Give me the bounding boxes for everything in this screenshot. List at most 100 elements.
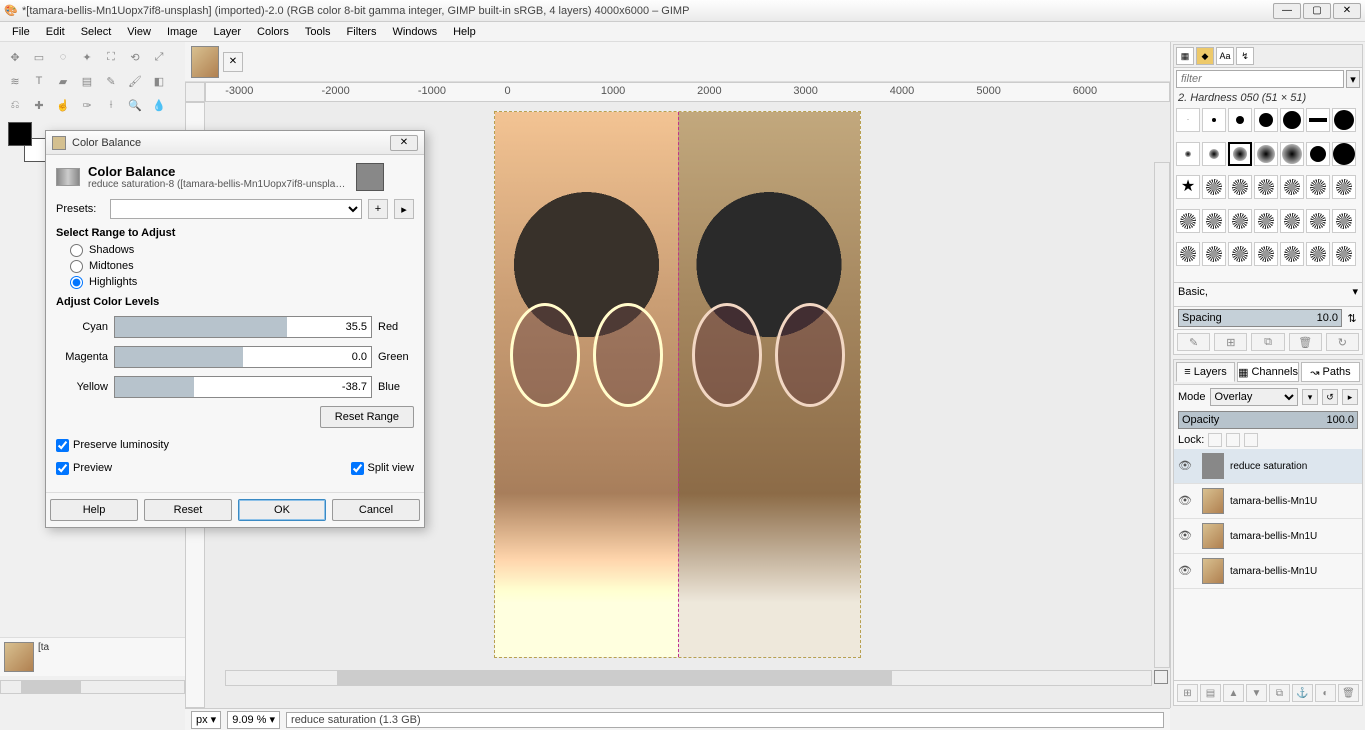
brush-item[interactable] xyxy=(1306,175,1330,199)
layer-row[interactable]: 👁 tamara-bellis-Mn1U xyxy=(1174,484,1362,519)
lock-pixels-icon[interactable] xyxy=(1208,433,1222,447)
history-tab-icon[interactable]: ↯ xyxy=(1236,47,1254,65)
layer-name[interactable]: reduce saturation xyxy=(1230,461,1358,472)
status-unit[interactable]: px ▾ xyxy=(191,711,221,729)
brush-item[interactable] xyxy=(1332,209,1356,233)
layer-thumb[interactable] xyxy=(1202,558,1224,584)
tab-channels[interactable]: ▦Channels xyxy=(1237,362,1299,382)
fg-bg-swatch[interactable] xyxy=(8,122,48,162)
mode-select[interactable]: Overlay xyxy=(1210,388,1298,406)
layer-group-icon[interactable]: ▤ xyxy=(1200,684,1221,702)
canvas-hscroll[interactable] xyxy=(225,670,1152,686)
help-button[interactable]: Help xyxy=(50,499,138,521)
tool-scale[interactable]: ⤢ xyxy=(148,46,170,68)
brush-item[interactable]: · xyxy=(1176,108,1200,132)
brushes-tab-icon[interactable]: ▦ xyxy=(1176,47,1194,65)
brush-item[interactable]: ★ xyxy=(1176,175,1200,199)
brush-item[interactable] xyxy=(1202,142,1226,166)
fg-color-swatch[interactable] xyxy=(8,122,32,146)
tool-measure[interactable]: ⟊ xyxy=(100,94,122,116)
tool-text[interactable]: T xyxy=(28,70,50,92)
preset-add-icon[interactable]: + xyxy=(368,199,388,219)
tool-eraser[interactable]: ◧ xyxy=(148,70,170,92)
brush-item[interactable] xyxy=(1228,242,1252,266)
preserve-luminosity-checkbox[interactable] xyxy=(56,439,69,452)
brush-item[interactable] xyxy=(1254,142,1278,166)
radio-highlights[interactable] xyxy=(70,276,83,289)
reset-button[interactable]: Reset xyxy=(144,499,232,521)
mode-dropdown-icon[interactable]: ▾ xyxy=(1302,389,1318,405)
patterns-tab-icon[interactable]: ◆ xyxy=(1196,47,1214,65)
tool-free-select[interactable]: ◌ xyxy=(52,46,74,68)
brush-item[interactable] xyxy=(1228,142,1252,166)
radio-midtones[interactable] xyxy=(70,260,83,273)
tab-layers[interactable]: ≡Layers xyxy=(1176,362,1235,382)
tool-move[interactable]: ✥ xyxy=(4,46,26,68)
layer-merge-icon[interactable]: ⚓ xyxy=(1292,684,1313,702)
tab-paths[interactable]: ↝Paths xyxy=(1301,362,1360,382)
horizontal-ruler[interactable]: -3000 -2000 -1000 0 1000 2000 3000 4000 … xyxy=(205,82,1170,102)
layer-down-icon[interactable]: ▼ xyxy=(1246,684,1267,702)
brush-item[interactable] xyxy=(1176,142,1200,166)
brush-item[interactable] xyxy=(1332,242,1356,266)
menu-filters[interactable]: Filters xyxy=(339,24,385,40)
menu-view[interactable]: View xyxy=(119,24,159,40)
brush-item[interactable] xyxy=(1176,242,1200,266)
ok-button[interactable]: OK xyxy=(238,499,326,521)
dialog-close-icon[interactable]: ✕ xyxy=(390,135,418,151)
preset-menu-icon[interactable]: ▸ xyxy=(394,199,414,219)
reset-range-button[interactable]: Reset Range xyxy=(320,406,414,428)
layer-name[interactable]: tamara-bellis-Mn1U xyxy=(1230,566,1358,577)
layer-up-icon[interactable]: ▲ xyxy=(1223,684,1244,702)
brush-item[interactable] xyxy=(1280,142,1304,166)
minimize-button[interactable]: — xyxy=(1273,3,1301,19)
brush-item[interactable] xyxy=(1254,242,1278,266)
brush-item[interactable] xyxy=(1228,108,1252,132)
eye-icon[interactable]: 👁 xyxy=(1178,494,1196,508)
layer-thumb[interactable] xyxy=(1202,523,1224,549)
image-thumb[interactable] xyxy=(4,642,34,672)
tool-rect-select[interactable]: ▭ xyxy=(28,46,50,68)
tool-smudge[interactable]: ☝ xyxy=(52,94,74,116)
cancel-button[interactable]: Cancel xyxy=(332,499,420,521)
eye-icon[interactable]: 👁 xyxy=(1178,529,1196,543)
canvas-vscroll[interactable] xyxy=(1154,162,1170,668)
brush-spacing-slider[interactable]: Spacing 10.0 xyxy=(1178,309,1342,327)
mode-reset-icon[interactable]: ↺ xyxy=(1322,389,1338,405)
menu-help[interactable]: Help xyxy=(445,24,484,40)
tool-warp[interactable]: ≋ xyxy=(4,70,26,92)
layer-row[interactable]: 👁 tamara-bellis-Mn1U xyxy=(1174,519,1362,554)
brush-item[interactable] xyxy=(1332,142,1356,166)
status-zoom[interactable]: 9.09 % ▾ xyxy=(227,711,280,729)
brush-item[interactable] xyxy=(1202,175,1226,199)
layer-mask-icon[interactable]: ◐ xyxy=(1315,684,1336,702)
menu-image[interactable]: Image xyxy=(159,24,206,40)
spacing-stepper[interactable]: ⇅ xyxy=(1346,312,1358,325)
brush-item[interactable] xyxy=(1202,108,1226,132)
mode-menu-icon[interactable]: ▸ xyxy=(1342,389,1358,405)
lock-position-icon[interactable] xyxy=(1226,433,1240,447)
tool-gradient[interactable]: ▤ xyxy=(76,70,98,92)
image-tab-close[interactable]: ✕ xyxy=(223,52,243,72)
layer-row[interactable]: 👁 reduce saturation xyxy=(1174,449,1362,484)
tool-pencil[interactable]: ✎ xyxy=(100,70,122,92)
brush-preset-dropdown[interactable]: ▾ xyxy=(1352,285,1358,298)
brush-item[interactable] xyxy=(1306,209,1330,233)
brush-new-icon[interactable]: ⊞ xyxy=(1214,333,1247,351)
brush-filter-dropdown[interactable]: ▾ xyxy=(1346,70,1360,88)
tool-brush[interactable]: 🖌 xyxy=(124,70,146,92)
tool-clone[interactable]: ⎌ xyxy=(4,94,26,116)
layer-new-icon[interactable]: ⊞ xyxy=(1177,684,1198,702)
brush-refresh-icon[interactable]: ↻ xyxy=(1326,333,1359,351)
brush-item[interactable] xyxy=(1176,209,1200,233)
tool-rotate[interactable]: ⟲ xyxy=(124,46,146,68)
brush-item[interactable] xyxy=(1254,175,1278,199)
brush-item[interactable] xyxy=(1228,209,1252,233)
layer-dup-icon[interactable]: ⧉ xyxy=(1269,684,1290,702)
layer-thumb[interactable] xyxy=(1202,488,1224,514)
layer-thumb[interactable] xyxy=(1202,453,1224,479)
fonts-tab-icon[interactable]: Aa xyxy=(1216,47,1234,65)
menu-file[interactable]: File xyxy=(4,24,38,40)
tool-bucket[interactable]: ▰ xyxy=(52,70,74,92)
brush-item[interactable] xyxy=(1280,175,1304,199)
